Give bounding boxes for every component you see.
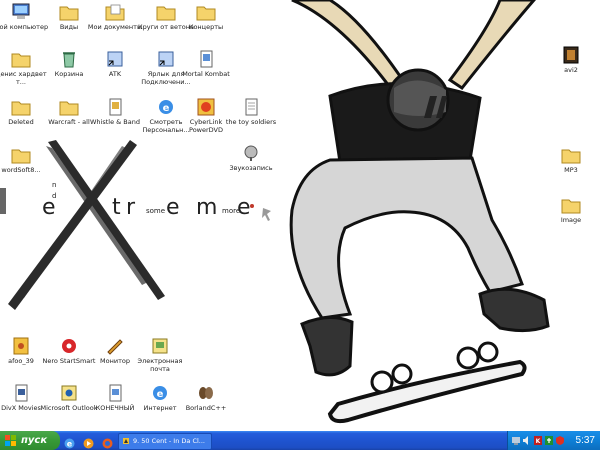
desktop-icon-sound-recorder[interactable]: Звукозапись <box>222 144 280 172</box>
internet-explorer-icon: e <box>159 100 173 114</box>
desktop-icon-image[interactable]: Image <box>542 196 600 224</box>
computer-icon <box>12 3 30 19</box>
text-file-icon <box>245 98 258 116</box>
security-icon[interactable] <box>556 436 564 445</box>
microphone-icon <box>244 145 258 161</box>
sound-icon[interactable] <box>523 436 531 445</box>
shortcut-icon <box>107 51 123 67</box>
desktop-icon-toy-soldiers[interactable]: the toy soldiers <box>222 98 280 126</box>
wallpaper-letter-e3: e <box>237 195 251 220</box>
desktop-icon-mortal-kombat[interactable]: Mortal Kombat <box>177 50 235 78</box>
desktop-icon-email[interactable]: Электронная почта <box>131 337 189 373</box>
desktop: e t r some e m more e n d ой компьютер В… <box>0 0 600 431</box>
taskbar-button-label: 9. 50 Cent - In Da Cl... <box>133 437 205 445</box>
desktop-icon-borland[interactable]: BorlandC++ <box>177 384 235 412</box>
shortcut-icon <box>15 384 28 402</box>
desktop-icon-folder-wordsoft[interactable]: wordSoft8... <box>0 146 50 174</box>
folder-icon <box>196 6 216 21</box>
borland-icon <box>199 387 213 399</box>
firefox-icon[interactable] <box>102 434 113 449</box>
ie-icon[interactable]: e <box>64 434 75 449</box>
wallpaper-small-some: some <box>146 207 165 215</box>
internet-explorer-icon: e <box>153 386 167 400</box>
wallpaper-letter-m: m <box>196 195 217 220</box>
taskbar: пуск e 9. 50 Cent - In Da Cl... K 5:37 <box>0 431 600 450</box>
network-icon[interactable] <box>512 436 520 445</box>
system-tray: K 5:37 <box>507 431 600 450</box>
desktop-icon-atk[interactable]: ATK <box>86 50 144 78</box>
desktop-icon-concerts[interactable]: Концерты <box>177 3 235 31</box>
svg-text:K: K <box>536 438 541 445</box>
wallpaper-letter-t: t <box>112 195 121 220</box>
dvd-player-icon <box>197 98 215 116</box>
folder-icon <box>11 101 31 116</box>
folder-icon <box>561 199 581 214</box>
windows-logo-icon <box>5 435 16 446</box>
folder-icon <box>11 149 31 164</box>
desktop-icon-avi2[interactable]: avi2 <box>542 46 600 74</box>
documents-folder-icon <box>105 4 125 21</box>
media-player-icon[interactable] <box>83 434 94 449</box>
shortcut-icon <box>158 51 174 67</box>
antivirus-icon[interactable] <box>545 436 553 445</box>
svg-text:e: e <box>67 440 73 449</box>
folder-icon <box>156 6 176 21</box>
folder-icon <box>561 149 581 164</box>
shortcut-icon <box>109 98 122 116</box>
wallpaper-letter-r: r <box>126 195 136 220</box>
desktop-icon-mp3[interactable]: MP3 <box>542 146 600 174</box>
desktop-icon-whistle-band[interactable]: Whistle & Band <box>86 98 144 126</box>
start-label: пуск <box>21 435 48 446</box>
video-file-icon <box>563 46 579 64</box>
start-button[interactable]: пуск <box>0 431 60 450</box>
mail-icon <box>152 338 168 354</box>
shortcut-icon <box>107 339 123 355</box>
svg-text:e: e <box>157 389 164 400</box>
clock[interactable]: 5:37 <box>576 431 595 450</box>
image-file-icon <box>13 337 29 355</box>
taskbar-button-winamp[interactable]: 9. 50 Cent - In Da Cl... <box>118 433 212 450</box>
desktop-icon-my-documents[interactable]: Мои документы <box>86 3 144 31</box>
svg-text:e: e <box>163 103 170 114</box>
winamp-icon <box>123 438 129 444</box>
folder-icon <box>11 53 31 68</box>
wallpaper-letter-e2: e <box>166 195 180 220</box>
document-icon <box>200 50 213 68</box>
recycle-bin-icon <box>63 52 75 68</box>
shortcut-icon <box>109 384 122 402</box>
wallpaper-small-n: n <box>52 181 56 189</box>
nero-icon <box>62 339 76 353</box>
wallpaper-skater <box>289 0 550 424</box>
outlook-icon <box>61 385 77 401</box>
language-icon[interactable]: K <box>534 436 542 445</box>
wallpaper-small-d: d <box>52 192 56 200</box>
folder-icon <box>59 6 79 21</box>
folder-icon <box>59 101 79 116</box>
quick-launch: e <box>64 434 116 449</box>
